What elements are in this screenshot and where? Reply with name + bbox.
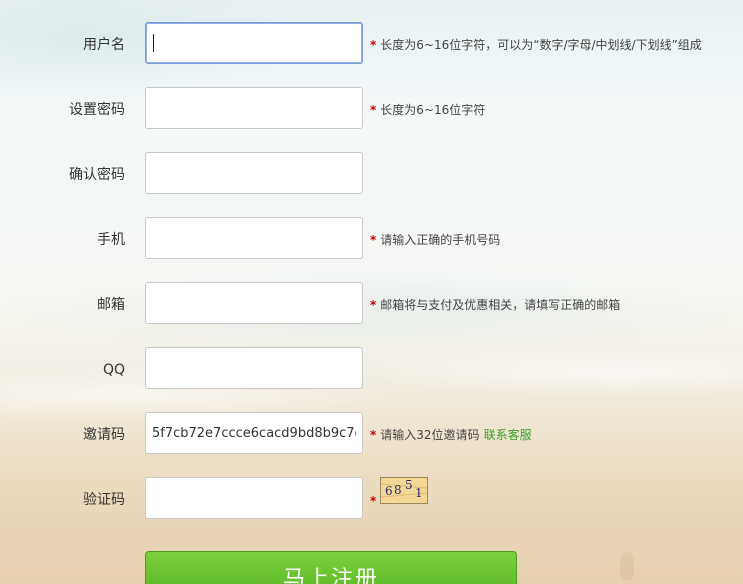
text-caret [153, 34, 154, 52]
invite-row: 邀请码 *请输入32位邀请码联系客服 [0, 412, 743, 458]
password-row: 设置密码 * 长度为6~16位字符 [0, 87, 743, 133]
captcha-char: 5 [405, 478, 413, 492]
phone-hint-text: 请输入正确的手机号码 [380, 233, 501, 247]
username-input[interactable] [145, 22, 363, 64]
username-label: 用户名 [83, 37, 125, 53]
username-row: 用户名 * 长度为6~16位字符，可以为“数字/字母/中划线/下划线”组成 [0, 22, 743, 68]
password-hint: * 长度为6~16位字符 [370, 102, 485, 118]
contact-support-link[interactable]: 联系客服 [484, 428, 532, 442]
invite-label: 邀请码 [83, 427, 125, 443]
email-hint: * 邮箱将与支付及优惠相关，请填写正确的邮箱 [370, 297, 620, 313]
captcha-char: 6 [385, 484, 393, 498]
required-mark: * [370, 494, 377, 508]
captcha-char: 8 [394, 483, 402, 497]
required-mark: * [370, 233, 377, 247]
email-label: 邮箱 [97, 297, 125, 313]
qq-label: QQ [102, 362, 125, 378]
phone-row: 手机 * 请输入正确的手机号码 [0, 217, 743, 263]
email-hint-text: 邮箱将与支付及优惠相关，请填写正确的邮箱 [380, 298, 621, 312]
captcha-char: 1 [415, 486, 423, 500]
captcha-row: 验证码 * 6 8 5 1 [0, 477, 743, 523]
invite-hint: * 请输入32位邀请码 联系客服 [370, 427, 532, 443]
email-input[interactable] [145, 282, 363, 324]
username-hint-text: 长度为6~16位字符，可以为“数字/字母/中划线/下划线”组成 [380, 38, 702, 52]
password-label: 设置密码 [69, 102, 125, 118]
captcha-label: 验证码 [83, 492, 125, 508]
sand-footprint [620, 552, 634, 580]
confirm-password-row: 确认密码 [0, 152, 743, 198]
required-mark: * [370, 38, 377, 52]
phone-input[interactable] [145, 217, 363, 259]
required-mark: * [370, 428, 377, 442]
password-hint-text: 长度为6~16位字符 [380, 103, 486, 117]
phone-hint: * 请输入正确的手机号码 [370, 232, 500, 248]
confirm-password-label: 确认密码 [69, 167, 125, 183]
captcha-image[interactable]: 6 8 5 1 [380, 477, 428, 504]
invite-hint-text: 请输入32位邀请码 [380, 428, 480, 442]
qq-input[interactable] [145, 347, 363, 389]
phone-label: 手机 [97, 232, 125, 248]
captcha-input[interactable] [145, 477, 363, 519]
registration-form: 用户名 * 长度为6~16位字符，可以为“数字/字母/中划线/下划线”组成 设置密… [0, 0, 743, 584]
email-row: 邮箱 * 邮箱将与支付及优惠相关，请填写正确的邮箱 [0, 282, 743, 328]
qq-row: QQ [0, 347, 743, 393]
password-input[interactable] [145, 87, 363, 129]
invite-code-input[interactable] [145, 412, 363, 454]
confirm-password-input[interactable] [145, 152, 363, 194]
username-hint: * 长度为6~16位字符，可以为“数字/字母/中划线/下划线”组成 [370, 37, 702, 53]
register-button[interactable]: 马上注册 [145, 551, 517, 584]
required-mark: * [370, 103, 377, 117]
required-mark: * [370, 298, 377, 312]
